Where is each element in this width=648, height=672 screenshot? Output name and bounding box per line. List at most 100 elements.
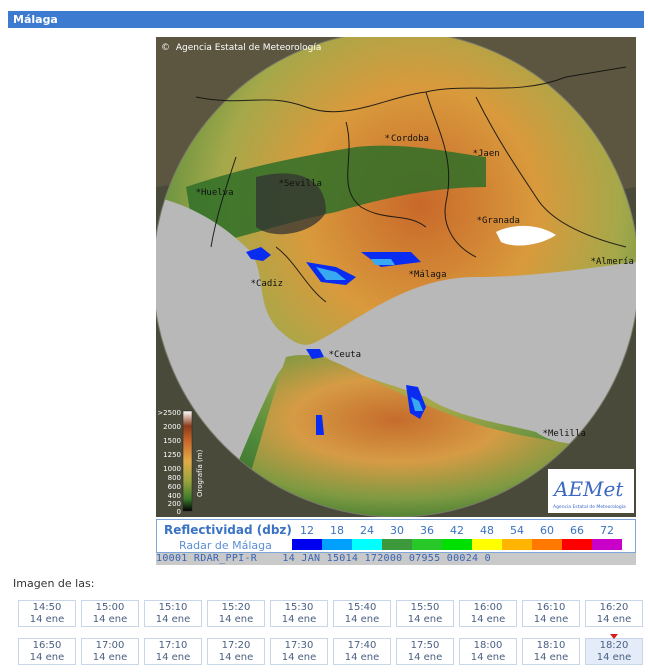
svg-text:200: 200 bbox=[168, 500, 181, 508]
svg-text:*: * bbox=[279, 179, 284, 189]
scale-label-18: 18 bbox=[330, 524, 344, 537]
svg-text:1250: 1250 bbox=[163, 451, 181, 459]
scale-label-66: 66 bbox=[570, 524, 584, 537]
time-button-1530[interactable]: 15:30 14 ene bbox=[270, 600, 328, 627]
scale-label-24: 24 bbox=[360, 524, 374, 537]
scale-swatch-24 bbox=[352, 539, 382, 550]
aemet-logo: AEMet Agencia Estatal de Meteorología bbox=[548, 469, 634, 513]
aemet-logo-subtitle: Agencia Estatal de Meteorología bbox=[553, 503, 626, 510]
date-label: 14 ene bbox=[29, 652, 65, 663]
time-label: 18:20 bbox=[599, 640, 629, 651]
time-label: 16:50 bbox=[32, 640, 62, 651]
date-label: 14 ene bbox=[29, 614, 65, 625]
radar-status-strip: 10001 RDAR_PPI-R 14 JAN 15014 172000 079… bbox=[156, 553, 636, 565]
time-label: 15:40 bbox=[347, 602, 377, 613]
time-button-1500[interactable]: 15:00 14 ene bbox=[81, 600, 139, 627]
scale-label-42: 42 bbox=[450, 524, 464, 537]
time-label: 15:20 bbox=[221, 602, 251, 613]
page-title: Málaga bbox=[13, 13, 58, 26]
radar-map-svg: © Agencia Estatal de Meteorología Cordob… bbox=[156, 37, 636, 517]
city-melilla: Melilla bbox=[548, 429, 586, 439]
svg-text:800: 800 bbox=[168, 474, 181, 482]
city-malaga: Málaga bbox=[414, 270, 447, 280]
svg-text:*: * bbox=[196, 188, 201, 198]
scale-label-48: 48 bbox=[480, 524, 494, 537]
scale-swatch-30 bbox=[382, 539, 412, 550]
time-label: 15:30 bbox=[284, 602, 314, 613]
scale-label-30: 30 bbox=[390, 524, 404, 537]
scale-swatch-60 bbox=[532, 539, 562, 550]
scale-label-54: 54 bbox=[510, 524, 524, 537]
scale-swatch-42 bbox=[442, 539, 472, 550]
copyright-icon: © bbox=[161, 43, 170, 53]
time-label: 17:10 bbox=[158, 640, 188, 651]
time-label: 15:10 bbox=[158, 602, 188, 613]
page-title-bar: Málaga bbox=[8, 11, 644, 28]
date-label: 14 ene bbox=[596, 614, 632, 625]
date-label: 14 ene bbox=[596, 652, 632, 663]
legend-title: Reflectividad (dbz) bbox=[164, 523, 292, 537]
city-cordoba: Cordoba bbox=[391, 134, 429, 144]
aemet-logo-text: AEMet bbox=[552, 477, 624, 501]
time-button-1750[interactable]: 17:50 14 ene bbox=[396, 638, 454, 665]
svg-text:*: * bbox=[473, 149, 478, 159]
svg-text:*: * bbox=[543, 429, 548, 439]
time-button-1650[interactable]: 16:50 14 ene bbox=[18, 638, 76, 665]
scale-swatch-12 bbox=[292, 539, 322, 550]
date-label: 14 ene bbox=[155, 652, 191, 663]
date-label: 14 ene bbox=[533, 652, 569, 663]
svg-text:2000: 2000 bbox=[163, 423, 181, 431]
time-button-1700[interactable]: 17:00 14 ene bbox=[81, 638, 139, 665]
time-label: 16:00 bbox=[473, 602, 503, 613]
scale-label-72: 72 bbox=[600, 524, 614, 537]
time-button-1610[interactable]: 16:10 14 ene bbox=[522, 600, 580, 627]
date-label: 14 ene bbox=[92, 614, 128, 625]
date-label: 14 ene bbox=[533, 614, 569, 625]
date-label: 14 ene bbox=[407, 652, 443, 663]
time-label: 17:30 bbox=[284, 640, 314, 651]
time-button-1600[interactable]: 16:00 14 ene bbox=[459, 600, 517, 627]
city-cadiz: Cadiz bbox=[256, 279, 283, 289]
city-almeria: Almería bbox=[596, 257, 634, 267]
time-label: 16:20 bbox=[599, 602, 629, 613]
scale-label-60: 60 bbox=[540, 524, 554, 537]
time-button-1710[interactable]: 17:10 14 ene bbox=[144, 638, 202, 665]
svg-text:>2500: >2500 bbox=[157, 409, 181, 417]
scale-swatch-72 bbox=[592, 539, 622, 550]
date-label: 14 ene bbox=[218, 652, 254, 663]
time-button-1810[interactable]: 18:10 14 ene bbox=[522, 638, 580, 665]
time-label: 16:10 bbox=[536, 602, 566, 613]
time-label: 17:20 bbox=[221, 640, 251, 651]
time-label: 17:00 bbox=[95, 640, 125, 651]
time-button-1800[interactable]: 18:00 14 ene bbox=[459, 638, 517, 665]
scale-swatch-54 bbox=[502, 539, 532, 550]
city-sevilla: Sevilla bbox=[284, 179, 322, 189]
time-button-1520[interactable]: 15:20 14 ene bbox=[207, 600, 265, 627]
date-label: 14 ene bbox=[344, 614, 380, 625]
svg-text:*: * bbox=[251, 279, 256, 289]
svg-text:1500: 1500 bbox=[163, 437, 181, 445]
scale-swatch-48 bbox=[472, 539, 502, 550]
imagen-label: Imagen de las: bbox=[13, 577, 95, 590]
time-button-1740[interactable]: 17:40 14 ene bbox=[333, 638, 391, 665]
time-button-1540[interactable]: 15:40 14 ene bbox=[333, 600, 391, 627]
svg-text:*: * bbox=[409, 270, 414, 280]
svg-text:*: * bbox=[385, 134, 390, 144]
time-button-1450[interactable]: 14:50 14 ene bbox=[18, 600, 76, 627]
date-label: 14 ene bbox=[155, 614, 191, 625]
city-huelva: Huelva bbox=[201, 188, 234, 198]
time-button-1720[interactable]: 17:20 14 ene bbox=[207, 638, 265, 665]
time-button-1820[interactable]: 18:20 14 ene bbox=[585, 634, 643, 665]
svg-text:0: 0 bbox=[177, 508, 181, 516]
time-button-1730[interactable]: 17:30 14 ene bbox=[270, 638, 328, 665]
svg-text:1000: 1000 bbox=[163, 465, 181, 473]
svg-text:*: * bbox=[329, 350, 334, 360]
city-granada: Granada bbox=[482, 216, 520, 226]
radar-map: © Agencia Estatal de Meteorología Cordob… bbox=[156, 37, 636, 517]
time-button-1620[interactable]: 16:20 14 ene bbox=[585, 600, 643, 627]
city-ceuta: Ceuta bbox=[334, 350, 361, 360]
orography-label: Orografía (m) bbox=[196, 449, 204, 497]
time-button-1510[interactable]: 15:10 14 ene bbox=[144, 600, 202, 627]
time-button-1550[interactable]: 15:50 14 ene bbox=[396, 600, 454, 627]
time-label: 15:50 bbox=[410, 602, 440, 613]
